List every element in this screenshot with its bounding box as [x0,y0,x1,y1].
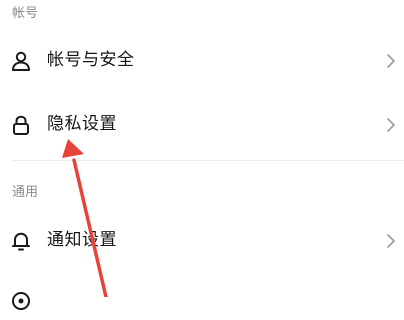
bell-icon [10,230,32,252]
settings-item-account-security[interactable]: 帐号与安全 [0,40,404,80]
settings-item-label: 隐私设置 [47,114,117,134]
chevron-right-icon [386,53,396,69]
chevron-right-icon [386,233,396,249]
partial-icon [10,290,32,312]
lock-icon [10,114,32,136]
settings-item-notifications[interactable]: 通知设置 [0,220,404,260]
settings-item-privacy[interactable]: 隐私设置 [0,104,404,144]
settings-item-label: 帐号与安全 [47,50,135,70]
section-divider [12,160,404,161]
section-header-general: 通用 [12,185,39,200]
section-header-account: 帐号 [12,6,39,21]
settings-item-label: 通知设置 [47,230,117,250]
settings-item-partial[interactable] [0,280,404,320]
chevron-right-icon [386,117,396,133]
person-icon [10,50,32,72]
